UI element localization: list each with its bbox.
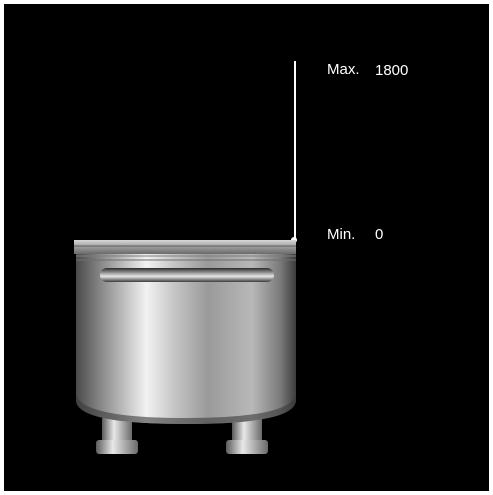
tank-foot-right <box>226 440 268 454</box>
min-label: Min. <box>327 226 356 243</box>
tank-handle-band <box>100 268 274 282</box>
max-value: 1800 <box>375 62 409 79</box>
stainless-tank-icon <box>74 240 296 454</box>
min-value: 0 <box>375 226 384 243</box>
hmi-panel: Max. 1800 Min. 0 <box>4 4 489 491</box>
tank-foot-left <box>96 440 138 454</box>
tank-rim <box>74 240 296 254</box>
max-label: Max. <box>327 61 360 78</box>
level-scale-line <box>294 61 296 241</box>
